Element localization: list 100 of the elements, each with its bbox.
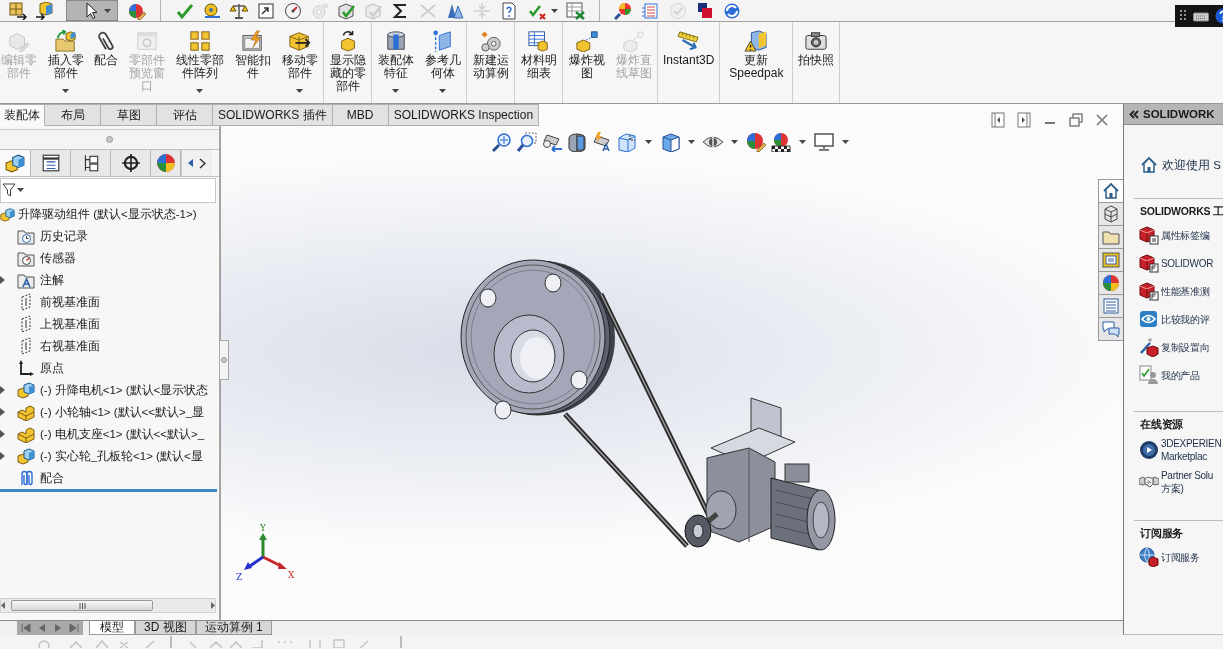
tree-item[interactable]: (-) 小轮轴<1> (默认<<默认>_显 xyxy=(40,404,205,420)
zoom-to-fit-icon[interactable] xyxy=(491,132,513,152)
zoom-area-icon[interactable] xyxy=(516,132,538,152)
command-button[interactable]: 爆炸视图 xyxy=(563,22,610,103)
command-button[interactable]: 装配体特征 xyxy=(372,22,419,103)
pane-link[interactable]: 比较我的评 xyxy=(1161,312,1210,326)
ribbon-tab[interactable]: 布局 xyxy=(45,104,101,126)
pane-link[interactable]: 订阅服务 xyxy=(1161,550,1200,564)
scroll-left-icon[interactable] xyxy=(1,602,5,609)
command-button[interactable]: 配合 xyxy=(89,22,123,103)
expand-arrow-icon[interactable] xyxy=(0,276,5,284)
tree-item[interactable]: 前视基准面 xyxy=(40,294,100,310)
caret-icon[interactable] xyxy=(296,89,303,93)
keyboard-icon[interactable] xyxy=(1193,10,1209,22)
caret-icon[interactable] xyxy=(17,188,24,192)
command-button[interactable]: 参考几何体 xyxy=(419,22,466,103)
binoculars-icon[interactable] xyxy=(541,132,563,152)
caret-icon[interactable] xyxy=(439,89,446,93)
tree-item[interactable]: (-) 实心轮_孔板轮<1> (默认<显 xyxy=(40,448,203,464)
expand-arrow-icon[interactable] xyxy=(0,452,5,460)
restore-icon[interactable] xyxy=(1068,112,1084,128)
splitter-handle[interactable] xyxy=(220,340,229,380)
command-button[interactable]: 拍快照 xyxy=(793,22,840,103)
tree-item[interactable]: (-) 升降电机<1> (默认<显示状态 xyxy=(40,382,209,398)
pane-link[interactable]: 属性标签编 xyxy=(1161,228,1210,242)
expand-arrow-icon[interactable] xyxy=(0,386,5,394)
caret-icon[interactable] xyxy=(799,140,806,144)
ribbon-tab[interactable]: SOLIDWORKS 插件 xyxy=(213,104,333,126)
caret-icon[interactable] xyxy=(196,89,203,93)
command-button[interactable]: 新建运动算例 xyxy=(467,22,514,103)
pane-link[interactable]: 欢迎使用 S xyxy=(1162,158,1221,172)
task-pane-tab[interactable] xyxy=(1098,179,1123,203)
command-button[interactable]: Instant3D xyxy=(658,22,720,103)
scroll-right-icon[interactable] xyxy=(211,602,215,609)
pane-link[interactable]: SOLIDWOR xyxy=(1161,256,1214,270)
caret-icon[interactable] xyxy=(645,140,652,144)
pane-link[interactable]: 性能基准测 xyxy=(1161,284,1210,298)
tile-left-icon[interactable] xyxy=(990,112,1006,128)
lightning-binoculars-icon[interactable] xyxy=(591,132,613,152)
ribbon-tab[interactable]: 装配体 xyxy=(0,104,45,126)
ribbon-tab[interactable]: 草图 xyxy=(101,104,157,126)
tree-item[interactable]: 注解 xyxy=(40,272,64,288)
pane-link[interactable]: 3DEXPERIEN Marketplac xyxy=(1161,437,1222,463)
panel-tab[interactable] xyxy=(111,150,151,176)
pane-link[interactable]: 我的产品 xyxy=(1161,368,1200,382)
ribbon-tab[interactable]: MBD xyxy=(332,104,389,126)
color-ball-pencil-icon[interactable] xyxy=(745,132,767,152)
command-button[interactable]: 移动零部件 xyxy=(276,22,323,103)
tree-item[interactable]: 右视基准面 xyxy=(40,338,100,354)
pane-link[interactable]: 复制设置向 xyxy=(1161,340,1210,354)
caret-icon[interactable] xyxy=(731,140,738,144)
toolbar-button[interactable] xyxy=(66,0,118,21)
monitor-icon[interactable] xyxy=(813,132,835,152)
double-chevron-left-icon[interactable] xyxy=(1129,109,1139,119)
caret-icon[interactable] xyxy=(392,89,399,93)
sectioned-cylinder-icon[interactable] xyxy=(566,132,588,152)
model-tab[interactable]: 3D 视图 xyxy=(135,621,196,635)
tile-right-icon[interactable] xyxy=(1016,112,1032,128)
filter-field[interactable] xyxy=(0,177,216,203)
task-pane-tab[interactable] xyxy=(1098,317,1123,341)
caret-left-icon[interactable] xyxy=(188,159,193,167)
task-pane-tab[interactable] xyxy=(1098,271,1123,295)
model-tab[interactable]: 运动算例 1 xyxy=(195,621,272,635)
caret-icon[interactable] xyxy=(104,8,111,13)
caret-icon[interactable] xyxy=(62,89,69,93)
command-button[interactable]: 材料明细表 xyxy=(515,22,562,103)
color-ball-checker-icon[interactable] xyxy=(770,132,792,152)
command-button[interactable]: 智能扣件 xyxy=(229,22,276,103)
tree-item[interactable]: 配合 xyxy=(40,470,64,486)
panel-tab[interactable] xyxy=(31,150,71,176)
close-icon[interactable] xyxy=(1094,112,1110,128)
tree-item[interactable]: 原点 xyxy=(40,360,64,376)
help-icon[interactable] xyxy=(1213,8,1223,24)
pane-link[interactable]: Partner Solu 方案) xyxy=(1161,469,1213,495)
command-button[interactable]: 显示隐藏的零部件 xyxy=(324,22,371,103)
cube-view-icon[interactable] xyxy=(616,132,638,152)
task-pane-tab[interactable] xyxy=(1098,202,1123,226)
model-tab[interactable]: 模型 xyxy=(89,621,135,635)
tree-item[interactable]: 传感器 xyxy=(40,250,76,266)
command-button[interactable]: 插入零部件 xyxy=(42,22,89,103)
expand-arrow-icon[interactable] xyxy=(0,408,5,416)
grip-dot-icon[interactable] xyxy=(106,136,113,143)
shaded-box-icon[interactable] xyxy=(659,132,681,152)
ribbon-tab[interactable]: SOLIDWORKS Inspection xyxy=(388,104,540,126)
tree-item[interactable]: 升降驱动组件 (默认<显示状态-1>) xyxy=(18,206,197,222)
caret-icon[interactable] xyxy=(688,140,695,144)
ribbon-tab[interactable]: 评估 xyxy=(157,104,213,126)
scrollbar-thumb[interactable] xyxy=(11,600,153,611)
chevron-right-icon[interactable] xyxy=(199,157,206,169)
caret-icon[interactable] xyxy=(842,140,849,144)
tree-item[interactable]: (-) 电机支座<1> (默认<<默认>_ xyxy=(40,426,205,442)
task-pane-tab[interactable] xyxy=(1098,248,1123,272)
task-pane-tab[interactable] xyxy=(1098,294,1123,318)
panel-tab[interactable] xyxy=(71,150,111,176)
tree-item[interactable]: 上视基准面 xyxy=(40,316,100,332)
command-button[interactable]: 线性零部件阵列 xyxy=(170,22,229,103)
command-button[interactable]: 更新Speedpak xyxy=(720,22,793,103)
expand-arrow-icon[interactable] xyxy=(0,430,5,438)
caret-icon[interactable] xyxy=(551,8,558,13)
filter-icon[interactable] xyxy=(2,183,16,197)
